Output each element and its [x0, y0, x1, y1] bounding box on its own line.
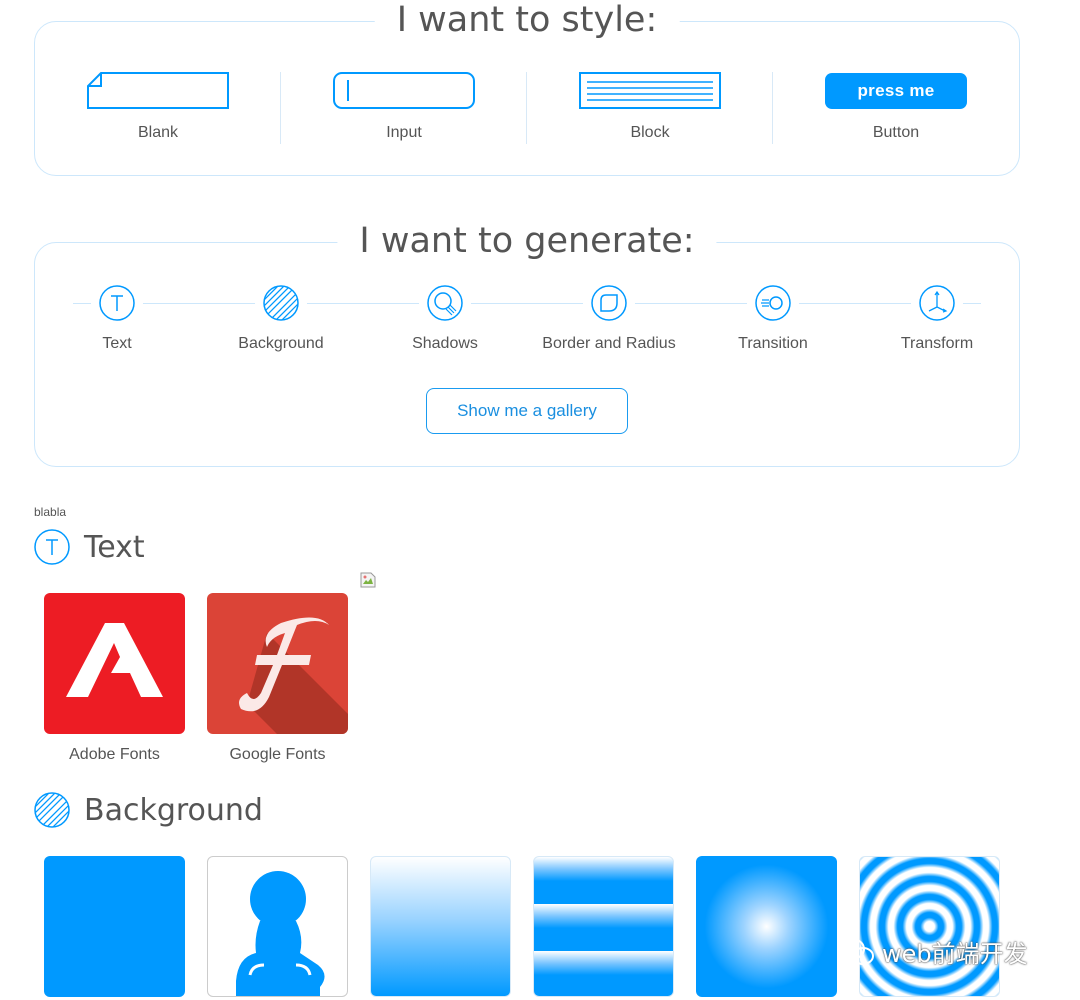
- style-panel-title: I want to style:: [374, 0, 680, 40]
- bg-tile-radial-glow[interactable]: [696, 856, 837, 997]
- generate-option-label: Text: [102, 335, 132, 352]
- style-option-button[interactable]: press me Button: [773, 72, 1019, 142]
- broken-image-icon: [360, 572, 376, 588]
- stripes-swatch: [533, 856, 674, 997]
- tile-google-fonts[interactable]: Google Fonts: [207, 593, 348, 764]
- generate-option-label: Transition: [738, 335, 808, 352]
- hatched-circle-icon: [263, 285, 299, 321]
- generate-option-label: Background: [238, 335, 324, 352]
- hatched-circle-icon: [34, 792, 70, 828]
- wechat-icon: [839, 937, 874, 965]
- tile-label: Google Fonts: [229, 746, 326, 763]
- input-field-icon: [333, 72, 475, 109]
- person-silhouette-swatch: [207, 856, 348, 997]
- solid-blue-swatch: [44, 856, 185, 997]
- show-gallery-button[interactable]: Show me a gallery: [426, 388, 628, 434]
- watermark-text: web前端开发: [882, 940, 1028, 968]
- style-option-label: Input: [386, 124, 422, 141]
- generate-option-shadows[interactable]: Shadows: [363, 285, 527, 353]
- concentric-rings-swatch: [859, 856, 1000, 997]
- generate-panel-title: I want to generate:: [337, 221, 717, 261]
- generate-option-text[interactable]: Text: [35, 285, 199, 353]
- watermark: web前端开发: [838, 934, 1028, 969]
- tile-adobe-fonts[interactable]: Adobe Fonts: [44, 593, 185, 764]
- generate-option-transform[interactable]: Transform: [855, 285, 1019, 353]
- google-fonts-logo: [207, 593, 348, 734]
- tile-label: Adobe Fonts: [69, 746, 160, 763]
- generate-option-label: Transform: [900, 335, 974, 352]
- bg-tile-concentric-rings[interactable]: [859, 856, 1000, 997]
- generate-option-label: Shadows: [412, 335, 478, 352]
- transition-icon: [755, 285, 791, 321]
- shadow-circle-icon: [427, 285, 463, 321]
- style-option-label: Block: [630, 124, 670, 141]
- radial-glow-swatch: [696, 856, 837, 997]
- generate-option-border-radius[interactable]: Border and Radius: [527, 285, 691, 353]
- background-section-heading: Background: [34, 792, 263, 828]
- bg-tile-vertical-gradient[interactable]: [370, 856, 511, 997]
- style-option-label: Button: [872, 124, 920, 141]
- style-option-label: Blank: [137, 124, 179, 141]
- generate-option-label: Border and Radius: [542, 335, 676, 352]
- generate-option-transition[interactable]: Transition: [691, 285, 855, 353]
- section-title: Text: [84, 529, 145, 565]
- generate-option-background[interactable]: Background: [199, 285, 363, 353]
- style-option-blank[interactable]: Blank: [35, 72, 281, 142]
- text-section-heading: Text: [34, 529, 145, 565]
- text-t-icon: [34, 529, 70, 565]
- style-option-input[interactable]: Input: [281, 72, 527, 142]
- transform-axes-icon: [919, 285, 955, 321]
- text-block-icon: [579, 72, 721, 109]
- adobe-fonts-logo: [44, 593, 185, 734]
- bg-tile-silhouette[interactable]: [207, 856, 348, 997]
- style-option-block[interactable]: Block: [527, 72, 773, 142]
- text-t-icon: [99, 285, 135, 321]
- note-text: blabla: [34, 505, 67, 519]
- rounded-square-icon: [591, 285, 627, 321]
- press-me-button-preview: press me: [825, 73, 967, 109]
- blank-page-icon: [87, 72, 229, 109]
- style-panel: I want to style: Blank Input Block press…: [34, 0, 1020, 176]
- generate-panel: I want to generate: Text Background Shad…: [34, 221, 1020, 467]
- bg-tile-stripes[interactable]: [533, 856, 674, 997]
- vertical-gradient-swatch: [370, 856, 511, 997]
- section-title: Background: [84, 792, 263, 828]
- bg-tile-solid[interactable]: [44, 856, 185, 997]
